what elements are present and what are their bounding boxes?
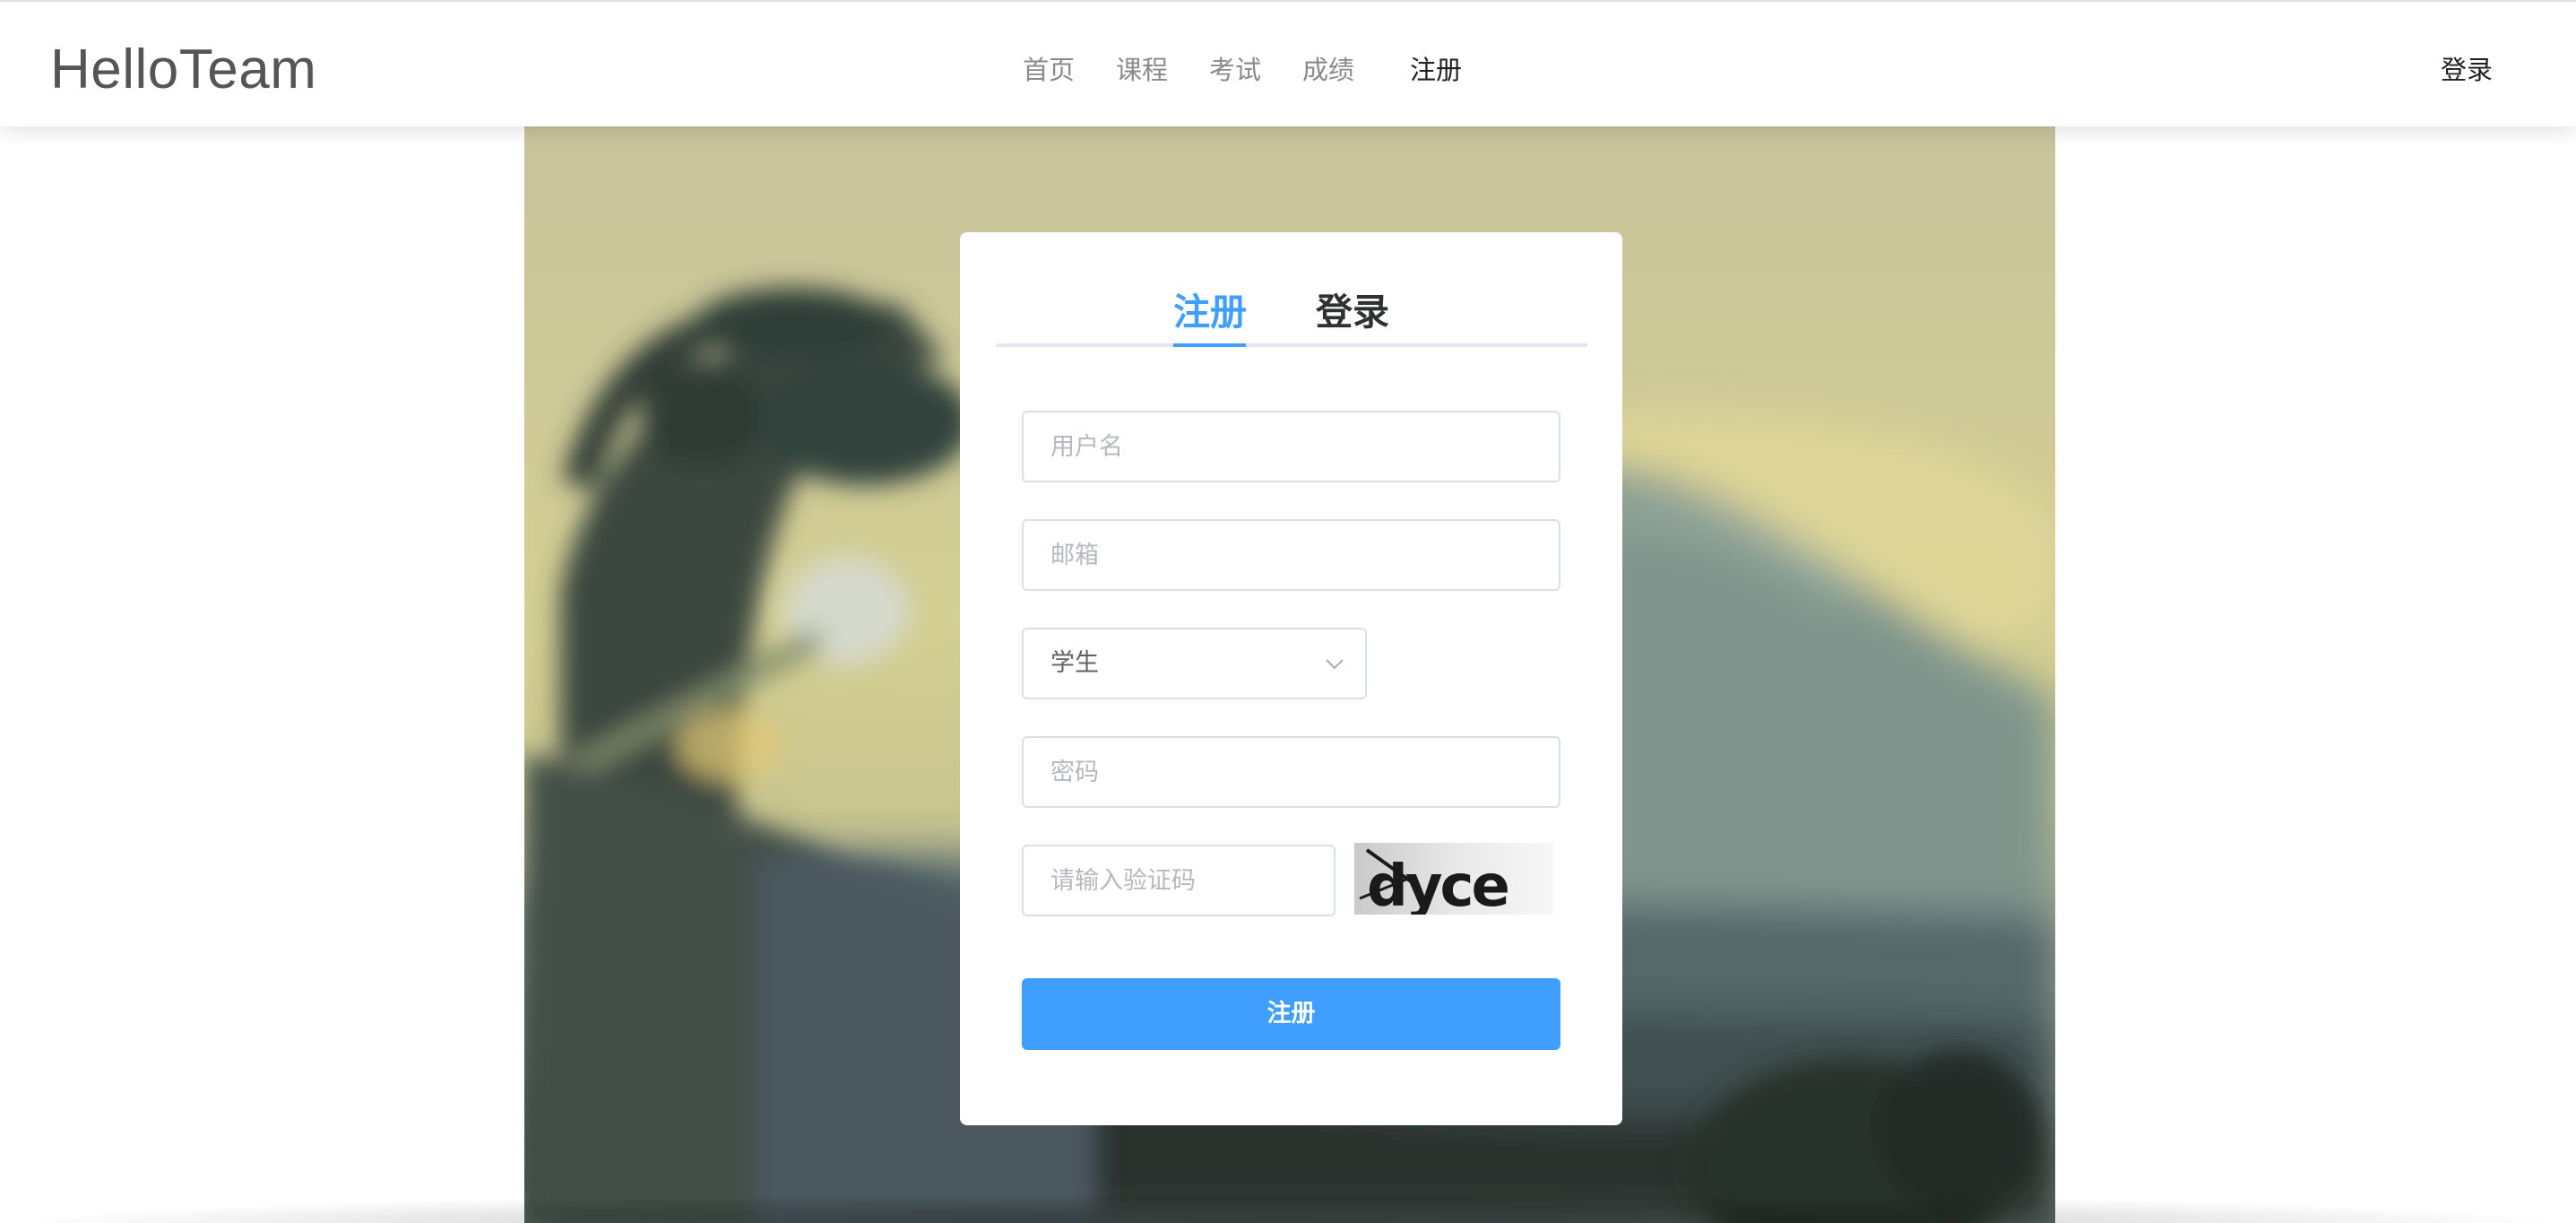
chevron-down-icon <box>1326 659 1344 670</box>
nav-login-link[interactable]: 登录 <box>2441 50 2493 90</box>
register-card: 注册 登录 学生 dyce 注册 <box>960 232 1622 1125</box>
username-field <box>1022 411 1560 482</box>
password-field <box>1022 736 1560 808</box>
role-select-value: 学生 <box>1050 649 1099 677</box>
register-submit-button[interactable]: 注册 <box>1022 978 1560 1050</box>
password-input[interactable] <box>1024 738 1559 806</box>
tab-register[interactable]: 注册 <box>1173 277 1247 347</box>
nav-exams-link[interactable]: 考试 <box>1209 50 1261 90</box>
captcha-text: dyce <box>1367 854 1508 915</box>
nav-home-link[interactable]: 首页 <box>1023 50 1075 90</box>
captcha-image[interactable]: dyce <box>1354 843 1553 915</box>
active-tab-indicator <box>1173 343 1246 347</box>
brand-logo[interactable]: HelloTeam <box>50 34 316 106</box>
captcha-input[interactable] <box>1024 846 1334 915</box>
captcha-field <box>1022 845 1336 916</box>
email-input[interactable] <box>1024 521 1559 589</box>
email-field <box>1022 519 1560 591</box>
top-navbar: HelloTeam 首页 课程 考试 成绩 注册 登录 <box>0 0 2576 126</box>
nav-courses-link[interactable]: 课程 <box>1116 50 1168 90</box>
nav-grades-link[interactable]: 成绩 <box>1302 50 1354 90</box>
role-select[interactable]: 学生 <box>1022 628 1367 699</box>
username-input[interactable] <box>1024 412 1559 481</box>
bottom-shadow <box>0 1193 2576 1223</box>
auth-tabs: 注册 登录 <box>996 277 1587 347</box>
tab-login[interactable]: 登录 <box>1316 277 1389 347</box>
nav-register-link[interactable]: 注册 <box>1410 50 1462 90</box>
